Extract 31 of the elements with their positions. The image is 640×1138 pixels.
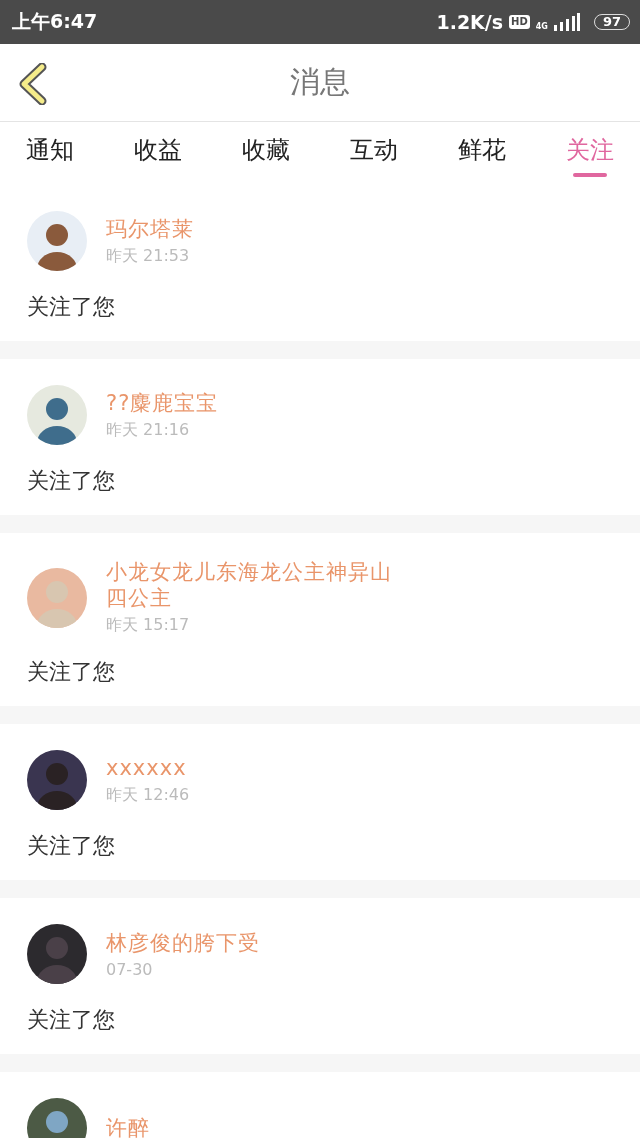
timestamp: 昨天 12:46 [106, 784, 191, 806]
tab[interactable]: 关注 [566, 122, 614, 185]
tab[interactable]: 收益 [134, 122, 182, 185]
clock: 上午6:47 [12, 9, 98, 34]
timestamp: 昨天 21:16 [106, 419, 191, 441]
tab[interactable]: 鲜花 [458, 122, 506, 185]
message-text: 关注了您 [27, 658, 116, 686]
avatar[interactable] [27, 924, 87, 984]
user-name[interactable]: 许醉 [106, 1115, 406, 1138]
signal-icon [553, 13, 580, 31]
message-text: 关注了您 [27, 467, 116, 495]
user-name[interactable]: ??麋鹿宝宝 [106, 389, 406, 416]
message-text: 关注了您 [27, 293, 116, 321]
tab[interactable]: 通知 [26, 122, 74, 185]
tab[interactable]: 收藏 [242, 122, 290, 185]
back-icon[interactable] [17, 63, 47, 105]
network-type: 4G [535, 23, 548, 31]
user-name[interactable]: 林彦俊的胯下受 [106, 929, 406, 956]
page-title: 消息 [290, 63, 350, 101]
user-name[interactable]: 玛尔塔莱 [106, 215, 406, 242]
timestamp: 昨天 15:17 [106, 615, 191, 636]
timestamp: 07-30 [106, 959, 154, 979]
network-speed: 1.2K/s [436, 11, 504, 33]
hd-badge: HD [509, 15, 530, 29]
user-name[interactable]: xxxxxx [106, 754, 406, 781]
avatar[interactable] [27, 750, 87, 810]
message-text: 关注了您 [27, 832, 116, 860]
message-text: 关注了您 [27, 1006, 116, 1034]
tab[interactable]: 互动 [350, 122, 398, 185]
timestamp: 昨天 21:53 [106, 245, 191, 267]
user-name[interactable]: 小龙女龙儿东海龙公主神异山四公主 [106, 559, 406, 611]
